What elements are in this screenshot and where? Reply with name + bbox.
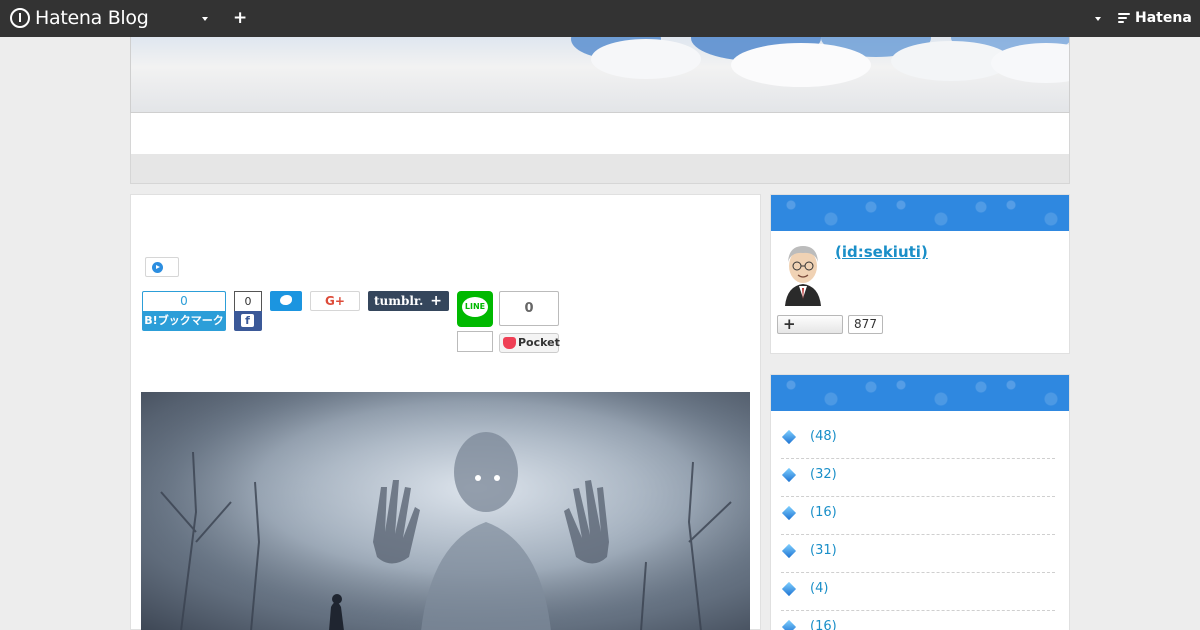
new-post-plus-icon[interactable]: + xyxy=(233,9,247,27)
blog-header-image[interactable] xyxy=(130,37,1070,113)
blog-menu-caret-down-icon[interactable] xyxy=(202,17,208,21)
diamond-icon xyxy=(781,543,797,559)
article-entry: 0 B!ブックマーク 0 f G+ tumblr. + LINE 0 Pocke… xyxy=(130,194,761,630)
profile-module-header xyxy=(771,195,1069,231)
category-count: (32) xyxy=(810,467,837,482)
user-menu-caret-down-icon[interactable] xyxy=(1095,17,1101,21)
category-list: (48) (32) (16) (31) (4) (16) xyxy=(781,421,1055,630)
hatena-home-link[interactable]: Hatena xyxy=(1118,10,1192,26)
line-share-button[interactable]: LINE xyxy=(457,291,493,327)
pocket-label: Pocket xyxy=(518,336,560,349)
follow-button[interactable]: + xyxy=(777,315,843,334)
blog-nav-bar xyxy=(130,154,1070,184)
facebook-share-button[interactable]: f xyxy=(234,311,262,331)
pocket-save-button[interactable]: Pocket xyxy=(499,333,560,353)
facebook-share-count[interactable]: 0 xyxy=(234,291,262,311)
tumblr-share-button[interactable]: tumblr. + xyxy=(368,291,449,311)
category-count: (48) xyxy=(810,429,837,444)
follower-count[interactable]: 877 xyxy=(848,315,883,334)
diamond-icon xyxy=(781,429,797,445)
category-item[interactable]: (16) xyxy=(781,611,1055,630)
hatena-mini-icon xyxy=(1118,12,1132,24)
category-item[interactable]: (4) xyxy=(781,573,1055,611)
diamond-icon xyxy=(781,581,797,597)
foggy-figure-illustration xyxy=(141,392,750,630)
facebook-icon: f xyxy=(241,314,254,327)
category-count: (31) xyxy=(810,543,837,558)
category-module: (48) (32) (16) (31) (4) (16) xyxy=(770,374,1070,630)
hatena-link-text: Hatena xyxy=(1135,10,1192,26)
line-share-count xyxy=(457,331,493,352)
category-item[interactable]: (32) xyxy=(781,459,1055,497)
category-module-header xyxy=(771,375,1069,411)
top-bar: Hatena Blog + Hatena xyxy=(0,0,1200,37)
twitter-share-button[interactable] xyxy=(270,291,302,311)
profile-name-link[interactable]: (id:sekiuti) xyxy=(835,243,928,261)
diamond-icon xyxy=(781,619,797,630)
logo-text: Hatena Blog xyxy=(35,7,149,29)
googleplus-share-button[interactable]: G+ xyxy=(310,291,360,311)
line-icon: LINE xyxy=(462,297,488,317)
category-item[interactable]: (48) xyxy=(781,421,1055,459)
article-eyecatch-image xyxy=(141,392,750,630)
pocket-count[interactable]: 0 xyxy=(499,291,559,326)
user-avatar[interactable] xyxy=(779,242,827,306)
blog-title-area xyxy=(130,113,1070,154)
twitter-bird-icon xyxy=(280,295,292,305)
play-icon xyxy=(152,262,163,273)
hatena-bookmark-count[interactable]: 0 xyxy=(142,291,226,311)
diamond-icon xyxy=(781,467,797,483)
tumblr-plus-icon: + xyxy=(430,293,442,309)
tumblr-label: tumblr. xyxy=(374,294,424,308)
hatena-blog-logo-icon xyxy=(10,8,30,28)
category-count: (16) xyxy=(810,619,837,630)
category-count: (16) xyxy=(810,505,837,520)
hatena-bookmark-button[interactable]: B!ブックマーク xyxy=(142,311,226,331)
category-item[interactable]: (31) xyxy=(781,535,1055,573)
category-count: (4) xyxy=(810,581,829,596)
plus-icon: + xyxy=(783,315,796,333)
audio-play-button[interactable] xyxy=(145,257,179,277)
diamond-icon xyxy=(781,505,797,521)
category-item[interactable]: (16) xyxy=(781,497,1055,535)
pocket-icon xyxy=(503,337,516,349)
profile-module: (id:sekiuti) + 877 xyxy=(770,194,1070,354)
hatena-blog-logo[interactable]: Hatena Blog xyxy=(10,7,149,29)
